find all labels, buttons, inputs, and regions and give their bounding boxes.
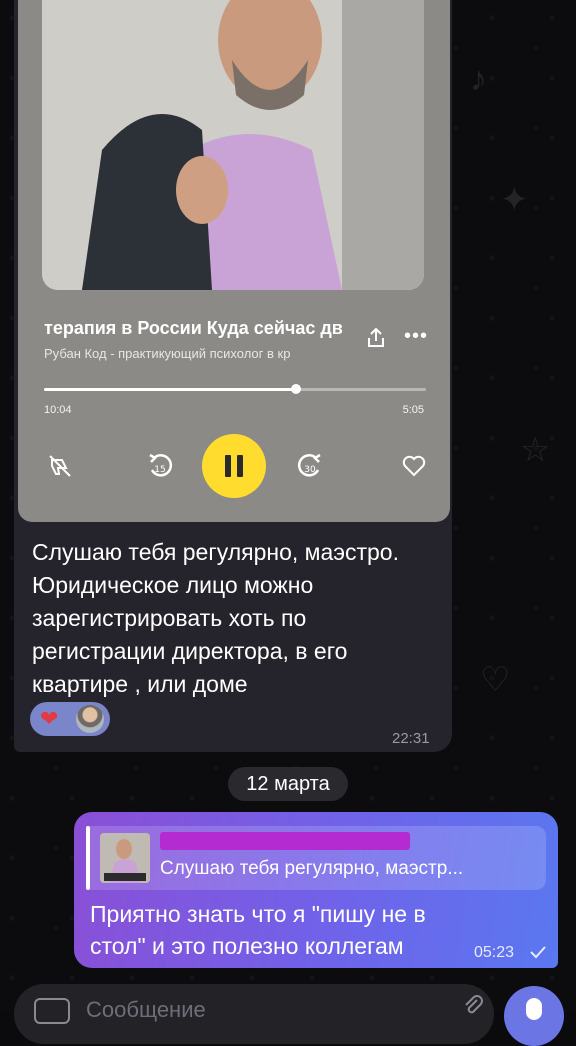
message-composer <box>0 984 576 1046</box>
rewind-15-icon[interactable]: 15 <box>144 450 176 482</box>
mic-icon <box>526 998 542 1020</box>
reply-accent-bar <box>86 826 90 890</box>
doodle-note-icon: ♪ <box>470 60 487 98</box>
reply-thumbnail <box>100 833 150 883</box>
reactor-avatar <box>76 705 104 733</box>
message-input[interactable] <box>84 996 388 1024</box>
podcast-cover-image <box>42 0 424 290</box>
rewind-label: 15 <box>154 465 165 475</box>
composer-field[interactable] <box>14 984 494 1044</box>
pause-bar-right <box>237 455 243 477</box>
pause-bar-left <box>225 455 231 477</box>
incoming-message-time: 22:31 <box>392 730 430 747</box>
music-player-card[interactable]: терапия в России Куда сейчас дв Рубан Ко… <box>18 0 450 522</box>
outgoing-message-bubble[interactable]: Слушаю тебя регулярно, маэстр... Приятно… <box>74 812 558 968</box>
total-time: 5:05 <box>402 404 424 416</box>
share-icon[interactable] <box>364 326 388 350</box>
forward-30-icon[interactable]: 30 <box>294 450 326 482</box>
heart-reaction-icon: ❤ <box>40 706 59 731</box>
dislike-icon[interactable] <box>44 450 76 482</box>
playback-progress-bar[interactable] <box>44 384 426 394</box>
read-check-icon <box>530 946 546 959</box>
attach-icon[interactable] <box>460 992 486 1018</box>
track-title: терапия в России Куда сейчас дв <box>44 318 343 338</box>
date-separator: 12 марта <box>228 767 348 801</box>
more-options-icon[interactable]: ••• <box>404 326 428 346</box>
elapsed-time: 10:04 <box>44 404 72 416</box>
reply-author-redacted <box>160 832 410 850</box>
like-heart-icon[interactable] <box>398 450 430 482</box>
reply-text: Слушаю тебя регулярно, маэстр... <box>160 858 464 879</box>
track-subtitle: Рубан Код - практикующий психолог в кр <box>44 346 291 361</box>
reply-preview[interactable]: Слушаю тебя регулярно, маэстр... <box>86 826 546 890</box>
reaction-chip[interactable]: ❤ <box>30 702 110 736</box>
mic-button[interactable] <box>504 986 564 1046</box>
pause-button[interactable] <box>202 434 266 498</box>
progress-knob[interactable] <box>291 384 302 394</box>
doodle-heart-icon: ♡ <box>480 661 511 699</box>
outgoing-message-time: 05:23 <box>474 944 515 961</box>
sticker-icon[interactable] <box>34 998 70 1024</box>
incoming-message-text: Слушаю тебя регулярно, маэстро. Юридичес… <box>32 539 399 697</box>
outgoing-message-text: Приятно знать что я "пишу не в стол" и э… <box>90 901 426 959</box>
forward-label: 30 <box>304 465 316 475</box>
doodle-star-icon: ☆ <box>520 431 551 469</box>
progress-fill <box>44 388 297 391</box>
doodle-gamepad-icon: ✦ <box>500 181 529 219</box>
